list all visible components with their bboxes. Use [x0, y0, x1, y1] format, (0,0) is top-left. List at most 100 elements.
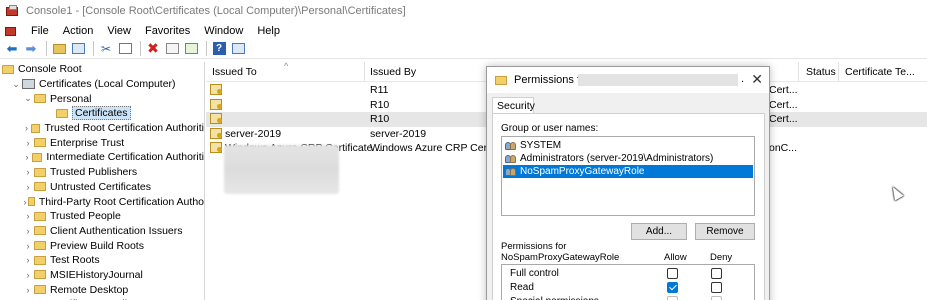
user-list-item[interactable]: Administrators (server-2019\Administrato… [503, 152, 753, 165]
cut-icon[interactable]: ✂ [98, 41, 114, 57]
tree-item[interactable]: ⌄ Personal [0, 91, 204, 106]
tree-item[interactable]: › Remote Desktop [0, 282, 204, 297]
certificate-icon [210, 98, 222, 110]
cell-issued-by: Windows Azure CRP Certifi [370, 142, 498, 154]
toolbar-separator [46, 41, 47, 56]
tree-item-label: Test Roots [50, 254, 100, 267]
chevron-right-icon[interactable]: › [22, 123, 31, 133]
help-icon[interactable]: ? [211, 41, 227, 57]
sort-caret-icon: ^ [284, 62, 289, 71]
deny-checkbox[interactable] [711, 282, 722, 293]
tree-item[interactable]: › Third-Party Root Certification Autho [0, 194, 204, 209]
allow-checkbox[interactable] [667, 296, 678, 300]
tree-item[interactable]: › Preview Build Roots [0, 238, 204, 253]
tree-item-label: Untrusted Certificates [50, 180, 151, 193]
folder-icon [34, 211, 46, 221]
chevron-right-icon[interactable]: › [22, 270, 34, 280]
console-tree-icon[interactable] [230, 41, 246, 57]
chevron-right-icon[interactable]: › [22, 152, 32, 162]
folder-icon [30, 123, 41, 133]
chevron-right-icon[interactable]: › [22, 255, 34, 265]
permission-row: Full control [502, 267, 754, 281]
copy-icon[interactable] [117, 41, 133, 57]
tree-item[interactable]: Console Root [0, 62, 204, 77]
tree-item[interactable]: › Intermediate Certification Authoriti [0, 150, 204, 165]
chevron-right-icon[interactable]: › [22, 211, 34, 221]
cell-intended-purposes: Cert... [769, 113, 798, 125]
show-tree-icon[interactable] [70, 41, 86, 57]
folder-icon [34, 167, 46, 177]
allow-checkbox[interactable] [667, 282, 678, 293]
properties-icon[interactable] [164, 41, 180, 57]
forward-arrow-icon[interactable]: ➡ [23, 41, 39, 57]
title-bar: Console1 - [Console Root\Certificates (L… [0, 0, 927, 22]
export-icon[interactable] [183, 41, 199, 57]
tree-item[interactable]: › Trusted Publishers [0, 165, 204, 180]
menu-help[interactable]: Help [250, 25, 287, 37]
deny-checkbox[interactable] [711, 268, 722, 279]
folder-icon [32, 152, 43, 162]
tree-item-label: Personal [50, 92, 92, 105]
back-arrow-icon[interactable]: ⬅ [4, 41, 20, 57]
chevron-right-icon[interactable]: › [22, 226, 34, 236]
chevron-right-icon[interactable]: › [22, 182, 34, 192]
certificate-icon [210, 127, 222, 139]
chevron-right-icon[interactable]: › [22, 241, 34, 251]
tree-item-label: Trusted People [50, 210, 121, 223]
permission-row: Special permissions [502, 295, 754, 300]
menu-file[interactable]: File [24, 25, 56, 37]
up-folder-icon[interactable] [51, 41, 67, 57]
menu-action[interactable]: Action [56, 25, 101, 37]
permission-name: Read [510, 282, 534, 293]
menu-view[interactable]: View [100, 25, 138, 37]
allow-checkbox[interactable] [667, 268, 678, 279]
tree-item[interactable]: › Untrusted Certificates [0, 180, 204, 195]
user-list-item[interactable]: SYSTEM [503, 139, 753, 152]
permissions-for-label: Permissions for NoSpamProxyGatewayRole [501, 241, 619, 263]
delete-icon[interactable]: ✖ [145, 40, 161, 57]
mmc-app-icon [6, 5, 20, 17]
column-divider[interactable] [838, 62, 839, 82]
folder-icon [34, 241, 46, 251]
column-issued-to[interactable]: Issued To [212, 66, 257, 78]
column-divider[interactable] [364, 62, 365, 82]
chevron-down-icon[interactable]: ⌄ [10, 79, 22, 90]
deny-checkbox[interactable] [711, 296, 722, 300]
tree-item-label: Certificates (Local Computer) [39, 78, 176, 91]
security-tab-panel: Group or user names: SYSTEM Administrator… [492, 113, 765, 300]
permission-name: Special permissions [510, 296, 599, 300]
tree-item[interactable]: › MSIEHistoryJournal [0, 268, 204, 283]
column-status[interactable]: Status [806, 66, 836, 78]
chevron-down-icon[interactable]: ⌄ [22, 93, 34, 104]
user-name: NoSpamProxyGatewayRole [520, 166, 645, 177]
tree-item[interactable]: Certificates [0, 106, 204, 121]
tree-item-label: Enterprise Trust [50, 136, 125, 149]
chevron-right-icon[interactable]: › [22, 285, 34, 295]
tree-item-label: Trusted Root Certification Authoriti [44, 122, 204, 135]
tab-security[interactable]: Security [492, 97, 535, 114]
column-divider[interactable] [798, 62, 799, 82]
cell-issued-by: R11 [370, 84, 389, 96]
menu-favorites[interactable]: Favorites [138, 25, 197, 37]
add-button[interactable]: Add... [631, 223, 687, 240]
menu-window[interactable]: Window [197, 25, 250, 37]
tree-item[interactable]: ⌄ Certificates (Local Computer) [0, 77, 204, 92]
tree-item[interactable]: › Trusted Root Certification Authoriti [0, 121, 204, 136]
user-list-item[interactable]: NoSpamProxyGatewayRole [503, 165, 753, 178]
tree-item[interactable]: › Test Roots [0, 253, 204, 268]
chevron-right-icon[interactable]: › [22, 138, 34, 148]
cell-issued-by: R10 [370, 98, 390, 111]
tree-item-label: Console Root [18, 63, 82, 76]
remove-button[interactable]: Remove [695, 223, 755, 240]
chevron-right-icon[interactable]: › [22, 167, 34, 177]
console-menu-icon[interactable] [4, 25, 18, 37]
tree-item[interactable]: › Enterprise Trust [0, 135, 204, 150]
toolbar: ⬅ ➡ ✂ ✖ ? [0, 39, 927, 59]
user-name: SYSTEM [520, 140, 562, 151]
tree-item[interactable]: › Trusted People [0, 209, 204, 224]
users-group-icon [505, 141, 517, 151]
column-certificate-template[interactable]: Certificate Te... [845, 66, 915, 78]
close-icon[interactable]: ✕ [751, 71, 763, 88]
tree-item[interactable]: › Client Authentication Issuers [0, 224, 204, 239]
column-issued-by[interactable]: Issued By [370, 66, 416, 78]
